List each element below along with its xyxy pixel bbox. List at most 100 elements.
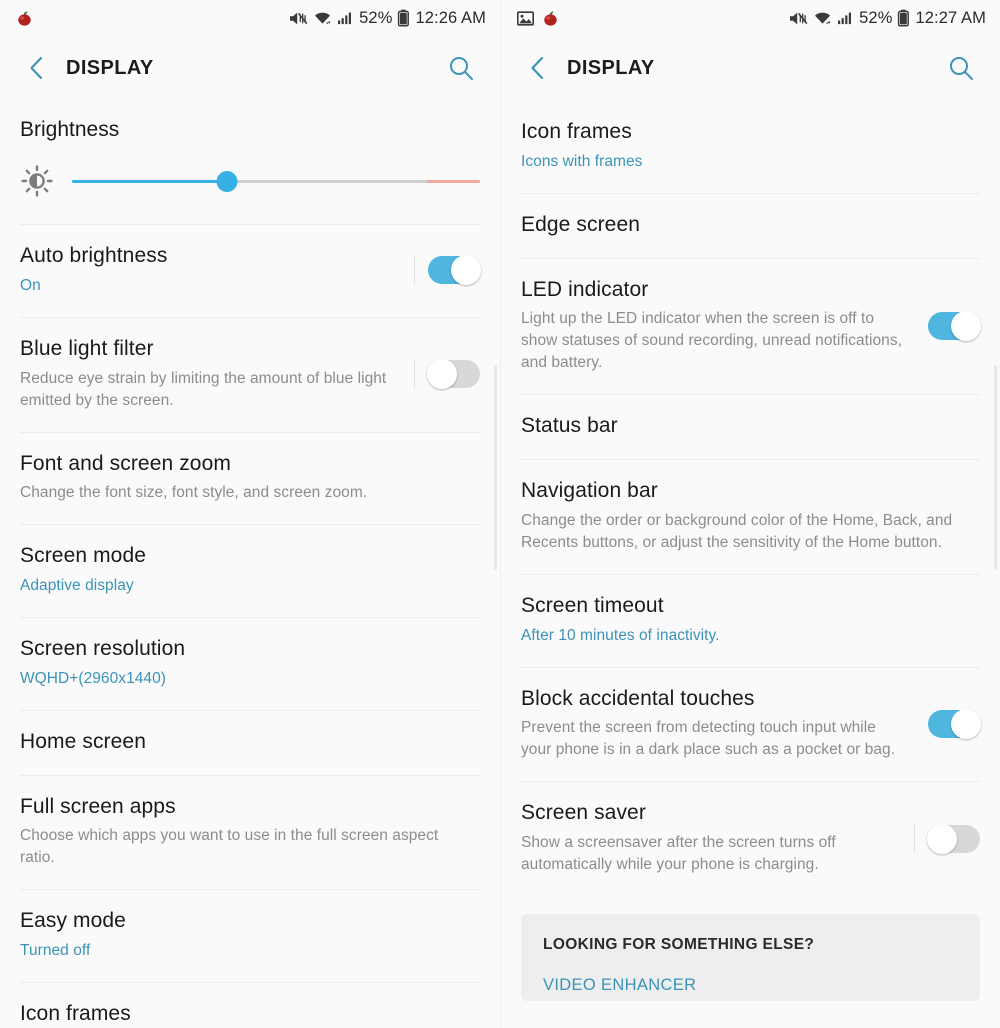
wifi-icon [313, 10, 332, 27]
settings-row-title: Status bar [521, 414, 618, 438]
search-button[interactable] [444, 51, 478, 85]
signal-bars-icon [837, 10, 854, 27]
settings-row[interactable]: Edge screen [521, 192, 980, 258]
back-chevron-icon [531, 56, 544, 80]
settings-row[interactable]: Screen mode Adaptive display [20, 524, 480, 617]
dual-screenshot-container: 52% 12:26 AM DISPLAY Brightness Auto bri… [0, 0, 1000, 1028]
settings-row-title: Icon frames [521, 120, 632, 143]
settings-row-value: Adaptive display [20, 577, 134, 595]
settings-row-texts: LED indicator Light up the LED indicator … [521, 278, 914, 375]
brightness-slider[interactable] [72, 168, 480, 194]
toggle-switch-on[interactable] [428, 255, 481, 286]
left-scrollbar[interactable] [494, 365, 497, 570]
settings-row[interactable]: Screen saver Show a screensaver after the… [521, 781, 980, 896]
left-status-system-icons: 52% 12:26 AM [289, 9, 486, 28]
search-button[interactable] [944, 51, 978, 85]
settings-row-title: Blue light filter [20, 336, 154, 360]
settings-row-description: Show a screensaver after the screen turn… [521, 834, 836, 874]
toggle-cell [914, 823, 980, 854]
settings-row-texts: Auto brightness On [20, 244, 414, 297]
image-icon [517, 10, 534, 26]
settings-row-title: Edge screen [521, 212, 641, 236]
slider-fill [72, 180, 228, 183]
looking-for-something-else-card: LOOKING FOR SOMETHING ELSE? VIDEO ENHANC… [521, 914, 980, 1002]
settings-row-title: Screen saver [521, 801, 646, 825]
settings-row[interactable]: Navigation bar Change the order or backgr… [521, 459, 980, 574]
settings-row[interactable]: Auto brightness On [20, 224, 481, 317]
battery-percent-label: 52% [859, 8, 893, 27]
settings-row-title: Home screen [20, 729, 146, 753]
back-button[interactable] [521, 51, 555, 85]
settings-row-description: Change the order or background color of … [521, 511, 953, 551]
mute-icon [289, 10, 308, 27]
right-status-system-icons: 52% 12:27 AM [789, 9, 986, 28]
settings-row-texts: Icon frames Icons with frames [521, 120, 980, 173]
settings-row[interactable]: Icon frames Icons with frames [521, 100, 980, 193]
brightness-block: Brightness [20, 100, 480, 224]
settings-row-title: Block accidental touches [521, 686, 755, 710]
left-phone-screen: 52% 12:26 AM DISPLAY Brightness Auto bri… [0, 0, 500, 1028]
toggle-switch-on[interactable] [928, 310, 981, 341]
toggle-separator [914, 823, 915, 854]
settings-row-texts: Home screen [20, 730, 480, 755]
settings-row-value: Turned off [20, 942, 91, 960]
battery-icon [897, 9, 910, 27]
settings-row[interactable]: Block accidental touches Prevent the scre… [521, 666, 981, 782]
slider-thumb[interactable] [216, 171, 238, 192]
left-settings-list: Auto brightness On Blue light filter Reduce… [0, 224, 500, 1028]
settings-row[interactable]: LED indicator Light up the LED indicator … [521, 257, 981, 395]
back-button[interactable] [20, 51, 54, 85]
battery-icon [397, 9, 410, 27]
clock-label: 12:27 AM [915, 8, 986, 27]
settings-row-value: After 10 minutes of inactivity. [521, 626, 720, 644]
left-status-notification-icons [16, 10, 33, 27]
search-icon [950, 57, 973, 80]
clock-label: 12:26 AM [415, 8, 486, 27]
toggle-knob [951, 310, 981, 341]
settings-row-texts: Screen resolution WQHD+(2960x1440) [20, 637, 480, 690]
settings-row-texts: Full screen apps Choose which apps you wa… [20, 795, 480, 870]
apple-icon [542, 10, 559, 27]
settings-row[interactable]: Icon frames [20, 982, 480, 1028]
settings-row-title: Navigation bar [521, 479, 658, 503]
settings-row-title: Auto brightness [20, 244, 168, 267]
settings-row-description: Prevent the screen from detecting touch … [521, 719, 896, 759]
settings-row[interactable]: Home screen [20, 709, 480, 775]
toggle-switch-on[interactable] [928, 708, 981, 739]
settings-row-description: Change the font size, font style, and sc… [20, 484, 368, 502]
settings-row-title: LED indicator [521, 277, 649, 301]
settings-row[interactable]: Easy mode Turned off [20, 889, 480, 982]
settings-row-title: Screen timeout [521, 593, 664, 617]
toggle-switch-off[interactable] [427, 359, 480, 390]
settings-row[interactable]: Blue light filter Reduce eye strain by li… [20, 316, 480, 432]
video-enhancer-link[interactable]: VIDEO ENHANCER [543, 976, 958, 995]
left-status-bar: 52% 12:26 AM [0, 0, 500, 36]
toggle-cell [914, 310, 981, 341]
toggle-knob [927, 823, 957, 854]
settings-row[interactable]: Screen resolution WQHD+(2960x1440) [20, 617, 480, 710]
search-icon [450, 57, 473, 80]
toggle-separator [414, 255, 415, 286]
settings-row-texts: Navigation bar Change the order or backgr… [521, 479, 980, 554]
settings-row-texts: Blue light filter Reduce eye strain by li… [20, 337, 414, 412]
page-title: DISPLAY [567, 56, 655, 79]
settings-row[interactable]: Font and screen zoom Change the font size… [20, 431, 480, 525]
settings-row[interactable]: Screen timeout After 10 minutes of inacti… [521, 573, 980, 667]
settings-row-texts: Easy mode Turned off [20, 909, 480, 962]
settings-row-description: Choose which apps you want to use in the… [20, 827, 439, 867]
page-title: DISPLAY [66, 56, 154, 79]
right-phone-screen: 52% 12:27 AM DISPLAY Icon frames Icons w… [500, 0, 1000, 1028]
settings-row-description: Light up the LED indicator when the scre… [521, 310, 903, 372]
settings-row-texts: Screen mode Adaptive display [20, 544, 480, 597]
settings-row[interactable]: Status bar [521, 394, 980, 459]
right-scrollbar[interactable] [994, 365, 997, 570]
toggle-knob [427, 359, 457, 390]
settings-row-value: Icons with frames [521, 152, 643, 170]
toggle-switch-off[interactable] [927, 823, 980, 854]
settings-row[interactable]: Full screen apps Choose which apps you wa… [20, 774, 480, 890]
signal-bars-icon [337, 10, 354, 27]
settings-row-texts: Edge screen [521, 213, 980, 238]
brightness-sun-icon [20, 164, 54, 198]
brightness-label: Brightness [20, 118, 120, 141]
settings-row-texts: Font and screen zoom Change the font size… [20, 452, 480, 505]
